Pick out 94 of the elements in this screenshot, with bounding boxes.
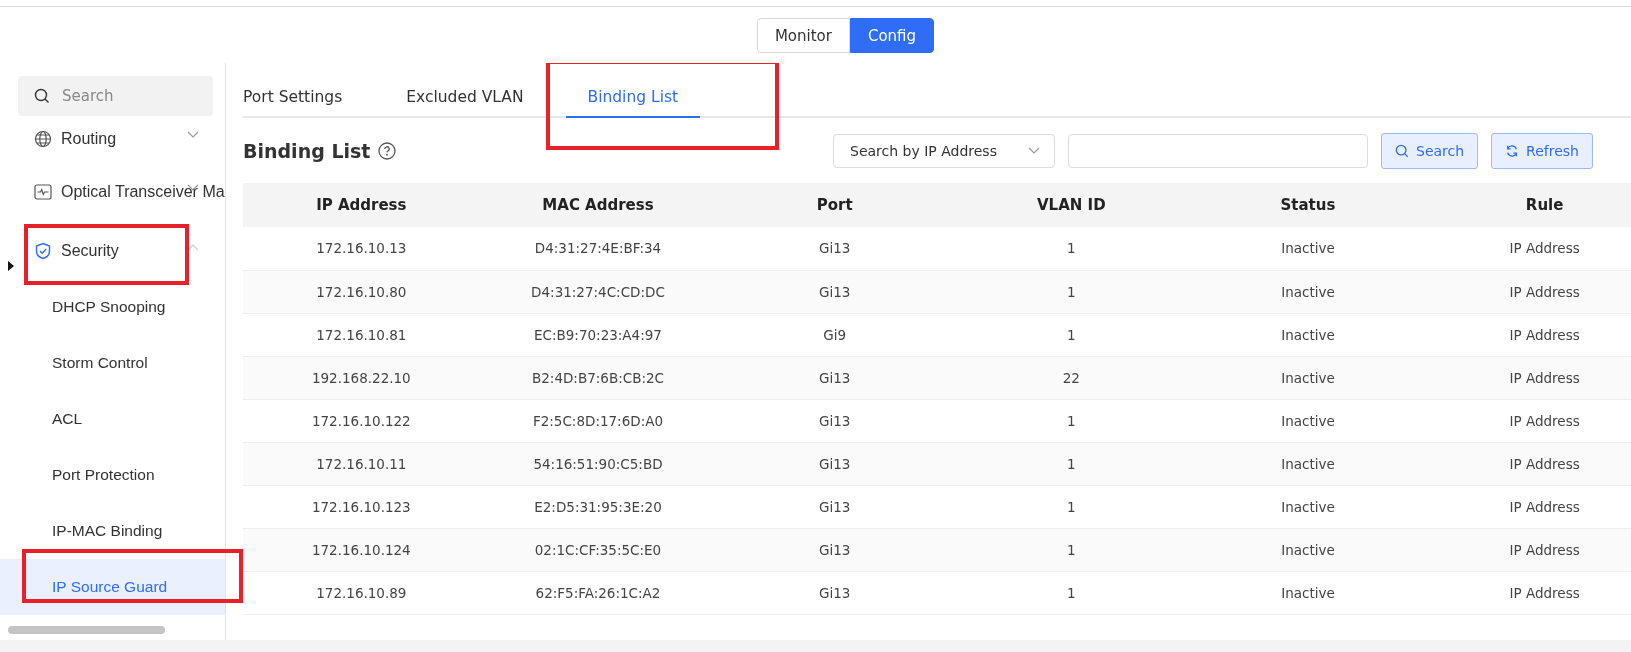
help-icon[interactable] bbox=[378, 141, 397, 160]
mode-tab[interactable]: Monitor bbox=[756, 18, 850, 53]
table-cell: 1 bbox=[952, 442, 1190, 485]
pulse-icon bbox=[34, 183, 52, 201]
table-cell: Gi9 bbox=[716, 313, 953, 356]
search-icon bbox=[34, 88, 50, 104]
mode-tab[interactable]: Config bbox=[849, 18, 935, 53]
table-cell: 1 bbox=[952, 227, 1190, 270]
table-cell: Inactive bbox=[1189, 485, 1427, 528]
table-cell: IP Address bbox=[1426, 227, 1631, 270]
table-cell: Inactive bbox=[1189, 399, 1427, 442]
table-cell: 62:F5:FA:26:1C:A2 bbox=[479, 571, 717, 614]
globe-icon bbox=[34, 130, 52, 148]
table-cell: 1 bbox=[952, 485, 1190, 528]
refresh-button[interactable]: Refresh bbox=[1491, 132, 1593, 169]
table-cell: 172.16.10.13 bbox=[243, 227, 480, 270]
table-cell: Gi13 bbox=[716, 227, 953, 270]
table-cell: 1 bbox=[952, 399, 1190, 442]
table-cell: 192.168.22.10 bbox=[243, 356, 480, 399]
table-cell: Inactive bbox=[1189, 227, 1427, 270]
search-button[interactable]: Search bbox=[1381, 132, 1479, 169]
table-cell: Inactive bbox=[1189, 571, 1427, 614]
table-cell: 172.16.10.123 bbox=[243, 485, 480, 528]
refresh-icon bbox=[1505, 143, 1520, 158]
search-field[interactable]: Search bbox=[18, 76, 213, 116]
table-cell: 172.16.10.81 bbox=[243, 313, 480, 356]
column-header: MAC Address bbox=[479, 183, 717, 227]
table-cell: Gi13 bbox=[716, 270, 953, 313]
table-cell: 172.16.10.89 bbox=[243, 571, 480, 614]
table-cell: IP Address bbox=[1426, 571, 1631, 614]
section-title: Binding List bbox=[243, 139, 371, 162]
table-cell: 02:1C:CF:35:5C:E0 bbox=[479, 528, 717, 571]
sidebar-subitem[interactable]: IP Source Guard bbox=[0, 559, 225, 615]
table-cell: Inactive bbox=[1189, 528, 1427, 571]
table-cell: Inactive bbox=[1189, 356, 1427, 399]
table-cell: 172.16.10.11 bbox=[243, 442, 480, 485]
column-header: IP Address bbox=[243, 183, 480, 227]
table-cell: IP Address bbox=[1426, 270, 1631, 313]
table-cell: IP Address bbox=[1426, 442, 1631, 485]
table-cell: 172.16.10.124 bbox=[243, 528, 480, 571]
tab[interactable]: Excluded VLAN bbox=[384, 88, 546, 118]
sidebar-subitem[interactable]: IP-MAC Binding bbox=[0, 503, 225, 559]
table-cell: Gi13 bbox=[716, 528, 953, 571]
column-header: VLAN ID bbox=[952, 183, 1190, 227]
sidebar-subitem[interactable]: DHCP Snooping bbox=[0, 279, 225, 335]
table-cell: D4:31:27:4C:CD:DC bbox=[479, 270, 717, 313]
sidebar-subitem[interactable]: Storm Control bbox=[0, 335, 225, 391]
table-cell: 54:16:51:90:C5:BD bbox=[479, 442, 717, 485]
table-cell: Gi13 bbox=[716, 356, 953, 399]
search-input[interactable] bbox=[1068, 133, 1368, 168]
scrollbar-thumb[interactable] bbox=[8, 626, 165, 634]
sidebar-subitem[interactable]: ACL bbox=[0, 391, 225, 447]
column-header: Rule bbox=[1426, 183, 1631, 227]
sidebar-item[interactable]: Optical Transceiver Ma bbox=[0, 162, 225, 222]
table-cell: Gi13 bbox=[716, 399, 953, 442]
table-cell: F2:5C:8D:17:6D:A0 bbox=[479, 399, 717, 442]
table-cell: 172.16.10.122 bbox=[243, 399, 480, 442]
search-icon bbox=[1395, 143, 1409, 158]
table-cell: 1 bbox=[952, 571, 1190, 614]
table-cell: IP Address bbox=[1426, 356, 1631, 399]
table-cell: 1 bbox=[952, 528, 1190, 571]
table-cell: Gi13 bbox=[716, 442, 953, 485]
table-cell: Inactive bbox=[1189, 313, 1427, 356]
triangle-icon bbox=[7, 260, 15, 272]
search-type-dropdown[interactable]: Search by IP Address bbox=[833, 133, 1055, 168]
table-cell: Gi13 bbox=[716, 485, 953, 528]
table-cell: 172.16.10.80 bbox=[243, 270, 480, 313]
table-cell: D4:31:27:4E:BF:34 bbox=[479, 227, 717, 270]
shield-icon bbox=[34, 241, 52, 260]
table-cell: IP Address bbox=[1426, 399, 1631, 442]
table-cell: B2:4D:B7:6B:CB:2C bbox=[479, 356, 717, 399]
table-cell: EC:B9:70:23:A4:97 bbox=[479, 313, 717, 356]
search-input[interactable]: Search bbox=[60, 86, 190, 106]
table-cell: IP Address bbox=[1426, 528, 1631, 571]
column-header: Status bbox=[1189, 183, 1427, 227]
table-cell: Inactive bbox=[1189, 270, 1427, 313]
chevron-down-icon bbox=[1028, 146, 1040, 155]
chevron-down-icon bbox=[187, 131, 199, 139]
sidebar-item[interactable]: Routing bbox=[0, 116, 225, 162]
table-cell: Gi13 bbox=[716, 571, 953, 614]
chevron-down-icon bbox=[187, 184, 199, 192]
table-cell: 22 bbox=[952, 356, 1190, 399]
sidebar-item[interactable]: Security bbox=[0, 222, 225, 279]
table-cell: 1 bbox=[952, 313, 1190, 356]
table-cell: IP Address bbox=[1426, 313, 1631, 356]
tab[interactable]: Binding List bbox=[565, 88, 701, 118]
table-cell: E2:D5:31:95:3E:20 bbox=[479, 485, 717, 528]
sidebar-subitem[interactable]: Port Protection bbox=[0, 447, 225, 503]
tab[interactable]: Port Settings bbox=[243, 88, 365, 118]
table-cell: IP Address bbox=[1426, 485, 1631, 528]
chevron-up-icon bbox=[187, 242, 199, 251]
column-header: Port bbox=[716, 183, 953, 227]
table-cell: Inactive bbox=[1189, 442, 1427, 485]
table-cell: 1 bbox=[952, 270, 1190, 313]
